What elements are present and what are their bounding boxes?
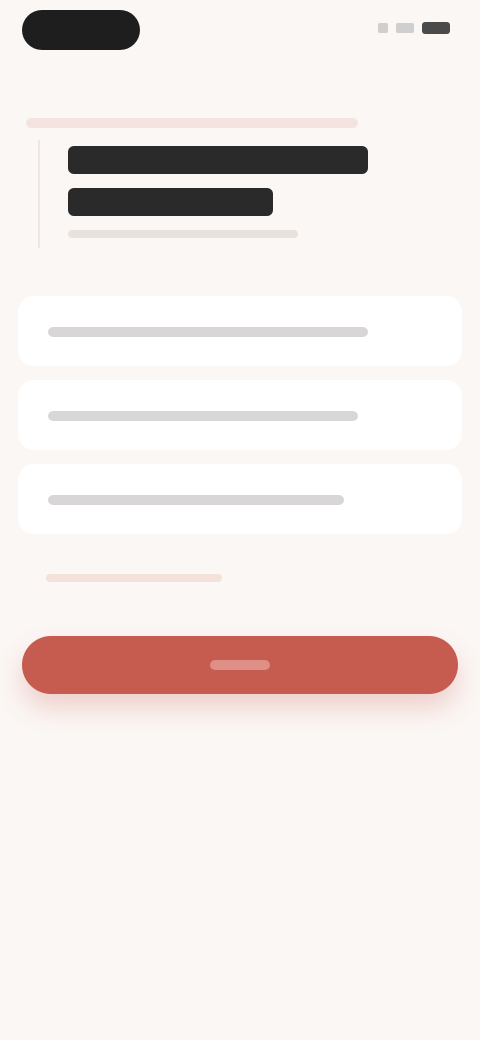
status-bar	[0, 0, 480, 64]
hint-text	[46, 574, 222, 582]
options-list	[18, 296, 462, 548]
option-label	[48, 327, 368, 337]
battery-icon	[422, 22, 450, 34]
option-item[interactable]	[18, 380, 462, 450]
question-subtitle	[68, 230, 298, 238]
dynamic-island	[22, 10, 140, 50]
question-title-line-1	[68, 146, 368, 174]
option-label	[48, 495, 344, 505]
option-item[interactable]	[18, 464, 462, 534]
status-icons	[378, 22, 450, 34]
signal-icon	[378, 23, 388, 33]
continue-button[interactable]	[22, 636, 458, 694]
option-label	[48, 411, 358, 421]
wifi-icon	[396, 23, 414, 33]
continue-button-label	[210, 660, 270, 670]
question-block	[38, 140, 428, 248]
progress-track	[26, 118, 358, 128]
question-title-line-2	[68, 188, 273, 216]
option-item[interactable]	[18, 296, 462, 366]
